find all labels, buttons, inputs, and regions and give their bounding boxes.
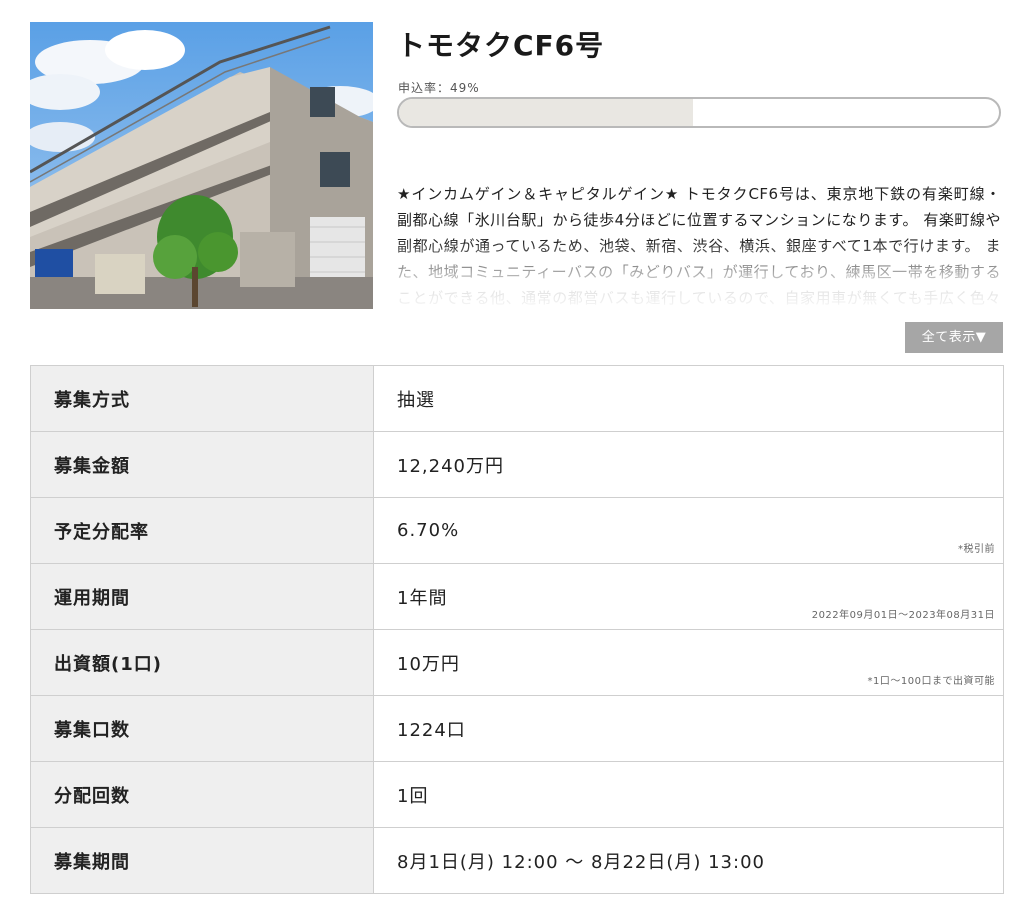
table-row-label: 募集金額 — [31, 432, 374, 497]
table-row-value: 抽選 — [397, 389, 435, 411]
table-row-label: 募集方式 — [31, 366, 374, 431]
application-progress-bar — [397, 97, 1001, 128]
application-progress-fill — [399, 99, 693, 126]
table-row: 運用期間 1年間 2022年09月01日～2023年08月31日 — [31, 564, 1004, 630]
table-row-value: 12,240万円 — [397, 455, 504, 477]
table-row: 募集期間 8月1日(月) 12:00 〜 8月22日(月) 13:00 — [31, 828, 1004, 894]
table-row-value-cell: 1224口 — [374, 696, 1003, 761]
table-row-note: *1口～100口まで出資可能 — [867, 676, 995, 687]
property-photo — [30, 22, 373, 309]
table-row-label: 募集口数 — [31, 696, 374, 761]
table-row-label: 運用期間 — [31, 564, 374, 629]
table-row-value: 10万円 — [397, 653, 460, 675]
table-row: 募集口数 1224口 — [31, 696, 1004, 762]
table-row-note: 2022年09月01日～2023年08月31日 — [811, 610, 995, 621]
property-title: トモタクCF6号 — [397, 29, 605, 62]
property-description: ★インカムゲイン＆キャピタルゲイン★ トモタクCF6号は、東京地下鉄の有楽町線・… — [397, 185, 1001, 307]
show-all-button[interactable]: 全て表示▼ — [905, 322, 1003, 353]
table-row-value-cell: 10万円 *1口～100口まで出資可能 — [374, 630, 1003, 695]
table-row-value-cell: 1回 — [374, 762, 1003, 827]
application-rate-label: 申込率：49% — [398, 81, 480, 95]
table-row-value-cell: 8月1日(月) 12:00 〜 8月22日(月) 13:00 — [374, 828, 1003, 893]
table-row-value: 1224口 — [397, 719, 466, 741]
table-row: 予定分配率 6.70% *税引前 — [31, 498, 1004, 564]
table-row: 募集金額 12,240万円 — [31, 432, 1004, 498]
table-row: 募集方式 抽選 — [31, 366, 1004, 432]
table-row-note: *税引前 — [958, 544, 995, 555]
table-row-value: 6.70% — [397, 520, 460, 541]
table-row: 出資額(1口) 10万円 *1口～100口まで出資可能 — [31, 630, 1004, 696]
table-row-value-cell: 1年間 2022年09月01日～2023年08月31日 — [374, 564, 1003, 629]
table-row-label: 予定分配率 — [31, 498, 374, 563]
table-row: 分配回数 1回 — [31, 762, 1004, 828]
table-row-value: 8月1日(月) 12:00 〜 8月22日(月) 13:00 — [397, 851, 765, 873]
table-row-value: 1年間 — [397, 587, 448, 609]
table-row-value-cell: 12,240万円 — [374, 432, 1003, 497]
table-row-label: 出資額(1口) — [31, 630, 374, 695]
table-row-value-cell: 抽選 — [374, 366, 1003, 431]
table-row-value-cell: 6.70% *税引前 — [374, 498, 1003, 563]
table-row-label: 募集期間 — [31, 828, 374, 893]
table-row-label: 分配回数 — [31, 762, 374, 827]
table-row-value: 1回 — [397, 785, 429, 807]
property-detail: トモタクCF6号 申込率：49% ★インカムゲイン＆キャピタルゲイン★ トモタク… — [0, 0, 1024, 907]
fund-info-table: 募集方式 抽選募集金額 12,240万円予定分配率 6.70% *税引前運用期間 1年間 2… — [30, 365, 1004, 894]
